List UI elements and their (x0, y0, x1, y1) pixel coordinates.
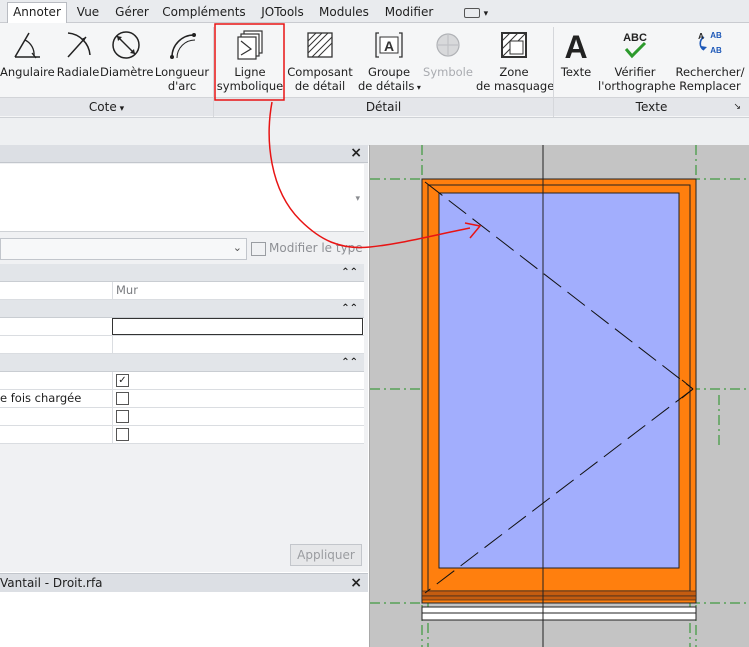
property-section-header[interactable]: ⌃⌃ (0, 264, 364, 282)
diameter-dimension-button[interactable]: Diamètre (100, 25, 154, 95)
edit-type-button[interactable]: Modifier le type (251, 238, 363, 258)
arc-length-label: Longueur d'arc (154, 65, 210, 93)
close-browser-button[interactable]: × (350, 574, 362, 592)
properties-palette: × ▾ ⌄ Modifier le type ⌃⌃ Mur ⌃⌃ ⌃⌃ ✓ e … (0, 145, 368, 572)
drawing-canvas[interactable] (369, 145, 749, 647)
collapse-icon: ⌃⌃ (341, 357, 358, 368)
checkbox-checked[interactable]: ✓ (116, 374, 129, 387)
property-row (0, 336, 364, 354)
minimize-ribbon-icon (463, 7, 480, 18)
apply-button[interactable]: Appliquer (290, 544, 362, 566)
ribbon-panel: Angulaire Radiale Diamètre Longueur d'ar… (0, 23, 749, 117)
tab-complements[interactable]: Compléments (160, 3, 248, 22)
chevron-down-icon: ⌄ (232, 241, 242, 254)
edit-type-icon (251, 241, 266, 256)
property-row: e fois chargée (0, 390, 364, 408)
chevron-down-icon: ▾ (116, 104, 125, 114)
symbolic-line-icon (237, 30, 263, 60)
radial-label: Radiale (56, 65, 100, 79)
detail-group-icon: A (375, 32, 403, 58)
property-row: Mur (0, 282, 364, 300)
tab-jotools[interactable]: JOTools (255, 3, 310, 22)
symbolic-line-button[interactable]: Ligne symbolique (215, 25, 285, 95)
property-row (0, 426, 364, 444)
type-preview[interactable]: ▾ (0, 164, 364, 232)
property-section-header[interactable]: ⌃⌃ (0, 300, 364, 318)
find-replace-button[interactable]: AB AB A Rechercher/ Remplacer (674, 25, 746, 95)
svg-text:A: A (698, 32, 704, 41)
property-row: ✓ (0, 372, 364, 390)
collapse-icon: ⌃⌃ (341, 303, 358, 314)
options-bar (0, 117, 749, 146)
spell-check-icon: ABC (623, 32, 647, 59)
property-row (0, 408, 364, 426)
ribbon-display-toggle[interactable]: ▾ (458, 3, 494, 22)
project-browser-header: Vantail - Droit.rfa × (0, 573, 368, 593)
ribbon-tab-bar: Annoter Vue Gérer Compléments JOTools Mo… (0, 0, 749, 24)
collapse-icon: ⌃⌃ (341, 267, 358, 278)
detail-component-label: Composant de détail (287, 65, 353, 93)
properties-header: × (0, 145, 368, 163)
diameter-label: Diamètre (100, 65, 154, 79)
project-browser-title: Vantail - Droit.rfa (0, 576, 103, 590)
arc-length-dimension-icon (170, 33, 196, 59)
checkbox[interactable] (116, 410, 129, 423)
svg-text:AB: AB (710, 31, 722, 40)
window-elevation-drawing (370, 145, 749, 647)
dialog-launcher-icon[interactable]: ↘ (733, 98, 741, 116)
detail-group-button[interactable]: A Groupe de détails ▾ (358, 25, 421, 95)
symbol-icon (436, 33, 460, 57)
glass-pane (438, 192, 680, 569)
instance-filter-dropdown[interactable]: ⌄ (0, 238, 247, 260)
text-label: Texte (560, 65, 592, 79)
checkbox[interactable] (116, 392, 129, 405)
diameter-dimension-icon (112, 31, 140, 59)
tab-vue[interactable]: Vue (72, 3, 104, 22)
symbol-button[interactable]: Symbole (421, 25, 475, 95)
arc-length-dimension-button[interactable]: Longueur d'arc (153, 25, 211, 95)
text-a-icon: A (564, 29, 587, 63)
checkbox[interactable] (116, 428, 129, 441)
svg-text:AB: AB (710, 46, 722, 55)
text-button[interactable]: A Texte (555, 25, 597, 95)
detail-component-button[interactable]: Composant de détail (286, 25, 354, 95)
tab-modifier[interactable]: Modifier (380, 3, 438, 22)
group-title-texte: Texte ↘ (554, 97, 749, 116)
dropdown-arrow-icon[interactable]: ▾ (414, 83, 421, 92)
host-value: Mur (112, 282, 363, 299)
property-section-header[interactable]: ⌃⌃ (0, 354, 364, 372)
masking-region-label: Zone de masquage (476, 65, 555, 93)
property-label: e fois chargée (0, 391, 82, 405)
project-browser-tree[interactable] (0, 592, 368, 647)
chevron-down-icon: ▾ (483, 9, 489, 19)
masking-region-icon (501, 32, 527, 58)
find-replace-icon: AB AB A (698, 31, 722, 55)
spell-check-label: Vérifier l'orthographe (598, 65, 676, 93)
symbol-label: Symbole (423, 65, 473, 79)
spell-check-button[interactable]: ABC Vérifier l'orthographe (598, 25, 676, 95)
tab-modules[interactable]: Modules (316, 3, 372, 22)
close-properties-button[interactable]: × (350, 145, 362, 162)
svg-text:A: A (384, 38, 394, 54)
angular-dimension-icon (14, 32, 40, 59)
symbolic-line-label: Ligne symbolique (216, 65, 284, 93)
angular-dimension-button[interactable]: Angulaire (0, 25, 55, 95)
property-row (0, 318, 364, 336)
tab-annoter[interactable]: Annoter (7, 2, 67, 24)
detail-component-icon (307, 32, 333, 58)
svg-text:A: A (564, 29, 587, 63)
angular-label: Angulaire (0, 65, 55, 79)
detail-group-label: Groupe de détails ▾ (358, 65, 421, 93)
group-title-cote[interactable]: Cote ▾ (0, 97, 213, 116)
find-replace-label: Rechercher/ Remplacer (675, 65, 745, 93)
radial-dimension-button[interactable]: Radiale (56, 25, 100, 95)
property-value-field[interactable] (112, 318, 363, 335)
chevron-down-icon: ▾ (355, 194, 360, 204)
group-title-detail: Détail (214, 97, 553, 116)
masking-region-button[interactable]: Zone de masquage (476, 25, 555, 95)
radial-dimension-icon (67, 32, 91, 58)
tab-gerer[interactable]: Gérer (112, 3, 152, 22)
svg-text:ABC: ABC (623, 32, 647, 44)
